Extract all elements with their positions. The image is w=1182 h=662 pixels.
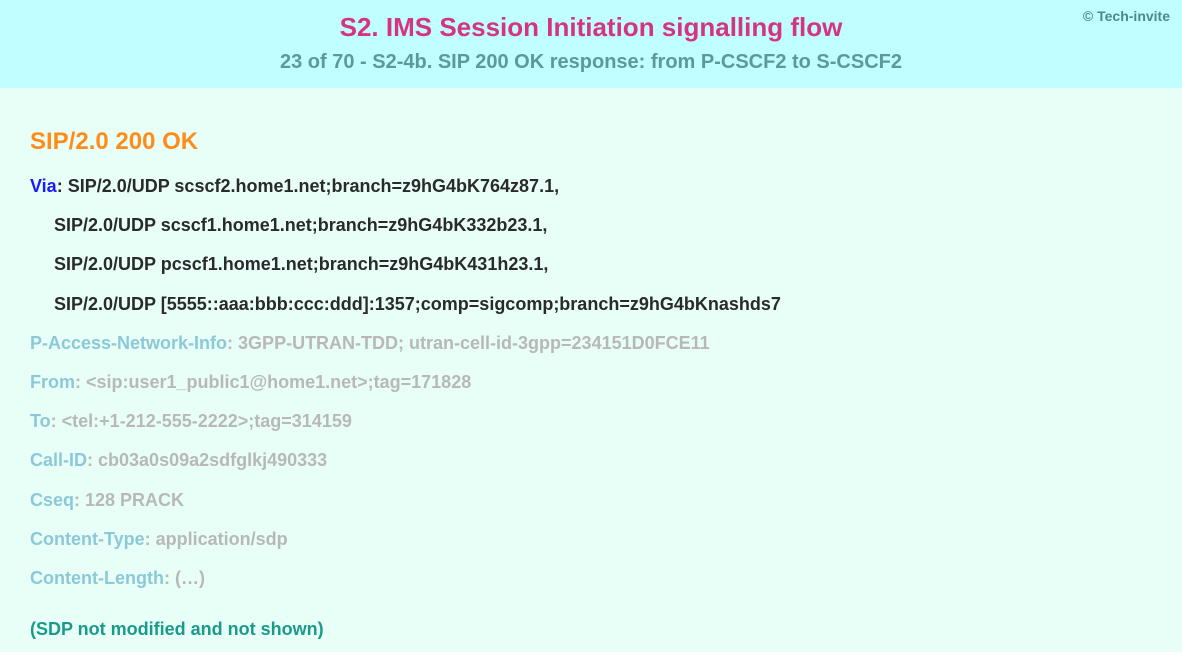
sip-header-line: Content-Type: application/sdp <box>30 527 1152 552</box>
sip-header-line: Content-Length: (…) <box>30 566 1152 591</box>
via-value-3: SIP/2.0/UDP [5555::aaa:bbb:ccc:ddd]:1357… <box>30 292 1152 317</box>
via-header-name: Via <box>30 176 57 196</box>
sip-message-content: SIP/2.0 200 OK Via: SIP/2.0/UDP scscf2.h… <box>0 88 1182 652</box>
sip-header-line: Cseq: 128 PRACK <box>30 488 1152 513</box>
sip-header-value: <tel:+1-212-555-2222>;tag=314159 <box>62 411 352 431</box>
sip-header-value: 3GPP-UTRAN-TDD; utran-cell-id-3gpp=23415… <box>238 333 710 353</box>
sip-header-name: From <box>30 372 75 392</box>
sip-header-name: Content-Type <box>30 529 145 549</box>
sip-header-line: To: <tel:+1-212-555-2222>;tag=314159 <box>30 409 1152 434</box>
sip-header-name: Call-ID <box>30 450 87 470</box>
via-header-line: Via: SIP/2.0/UDP scscf2.home1.net;branch… <box>30 174 1152 199</box>
sip-header-value: application/sdp <box>156 529 288 549</box>
via-value-0: SIP/2.0/UDP scscf2.home1.net;branch=z9hG… <box>68 176 559 196</box>
sip-header-name: To <box>30 411 51 431</box>
sip-header-value: 128 PRACK <box>85 490 184 510</box>
sip-header-line: From: <sip:user1_public1@home1.net>;tag=… <box>30 370 1152 395</box>
sip-header-value: cb03a0s09a2sdfglkj490333 <box>98 450 327 470</box>
sip-header-value: <sip:user1_public1@home1.net>;tag=171828 <box>86 372 471 392</box>
sip-header-line: P-Access-Network-Info: 3GPP-UTRAN-TDD; u… <box>30 331 1152 356</box>
sip-status-line: SIP/2.0 200 OK <box>30 128 1152 156</box>
subtitle: 23 of 70 - S2-4b. SIP 200 OK response: f… <box>20 51 1162 74</box>
header-banner: © Tech-invite S2. IMS Session Initiation… <box>0 0 1182 88</box>
via-value-2: SIP/2.0/UDP pcscf1.home1.net;branch=z9hG… <box>30 252 1152 277</box>
via-value-1: SIP/2.0/UDP scscf1.home1.net;branch=z9hG… <box>30 213 1152 238</box>
copyright-text: © Tech-invite <box>1083 8 1170 24</box>
main-title: S2. IMS Session Initiation signalling fl… <box>20 12 1162 43</box>
sip-header-name: Content-Length <box>30 568 164 588</box>
sip-header-name: Cseq <box>30 490 74 510</box>
sip-header-line: Call-ID: cb03a0s09a2sdfglkj490333 <box>30 448 1152 473</box>
sip-header-value: (…) <box>175 568 205 588</box>
sdp-note: (SDP not modified and not shown) <box>30 619 1152 640</box>
sip-header-name: P-Access-Network-Info <box>30 333 227 353</box>
